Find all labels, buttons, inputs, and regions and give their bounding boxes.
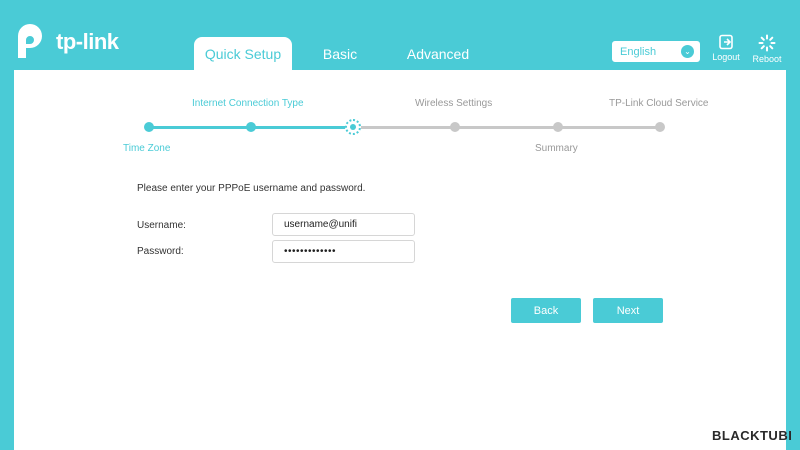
tab-basic[interactable]: Basic [292,37,388,70]
language-select[interactable]: English ⌄ [612,41,700,62]
password-label: Password: [137,246,184,257]
tp-link-logo: tp-link [12,24,119,60]
reboot-label: Reboot [752,54,782,64]
step-label-summary: Summary [535,143,578,154]
setup-stepper: Time Zone Internet Connection Type Wirel… [14,70,786,160]
tab-quick-setup[interactable]: Quick Setup [194,37,292,70]
language-value: English [620,45,657,58]
chevron-down-icon: ⌄ [681,45,694,58]
back-button[interactable]: Back [511,298,581,323]
step-dot-internet-connection-type [246,122,256,132]
logout-label: Logout [712,52,740,62]
header-bar: tp-link Quick Setup Basic Advanced Engli… [0,0,800,70]
username-label: Username: [137,220,186,231]
step-label-time-zone: Time Zone [123,143,171,154]
step-dot-summary [553,122,563,132]
step-dot-current [345,119,361,135]
logout-icon [719,34,733,50]
step-label-wireless-settings: Wireless Settings [415,98,493,109]
content-panel: Time Zone Internet Connection Type Wirel… [14,70,786,450]
stepper-remaining-line [353,126,660,129]
step-dot-wireless-settings [450,122,460,132]
tp-link-logo-icon [12,24,52,60]
tab-advanced[interactable]: Advanced [388,37,488,70]
watermark-text: BLACKTUBI [712,428,793,443]
step-dot-tp-link-cloud-service [655,122,665,132]
form-intro-text: Please enter your PPPoE username and pas… [137,183,366,194]
password-field[interactable]: ••••••••••••• [272,240,415,263]
main-tabs: Quick Setup Basic Advanced [194,37,488,70]
reboot-icon [758,34,776,52]
brand-name: tp-link [56,29,119,54]
username-field[interactable]: username@unifi [272,213,415,236]
step-label-internet-connection-type: Internet Connection Type [192,98,304,109]
step-label-tp-link-cloud-service: TP-Link Cloud Service [609,98,709,109]
reboot-button[interactable]: Reboot [750,34,784,64]
next-button[interactable]: Next [593,298,663,323]
step-dot-time-zone [144,122,154,132]
logout-button[interactable]: Logout [709,34,743,62]
